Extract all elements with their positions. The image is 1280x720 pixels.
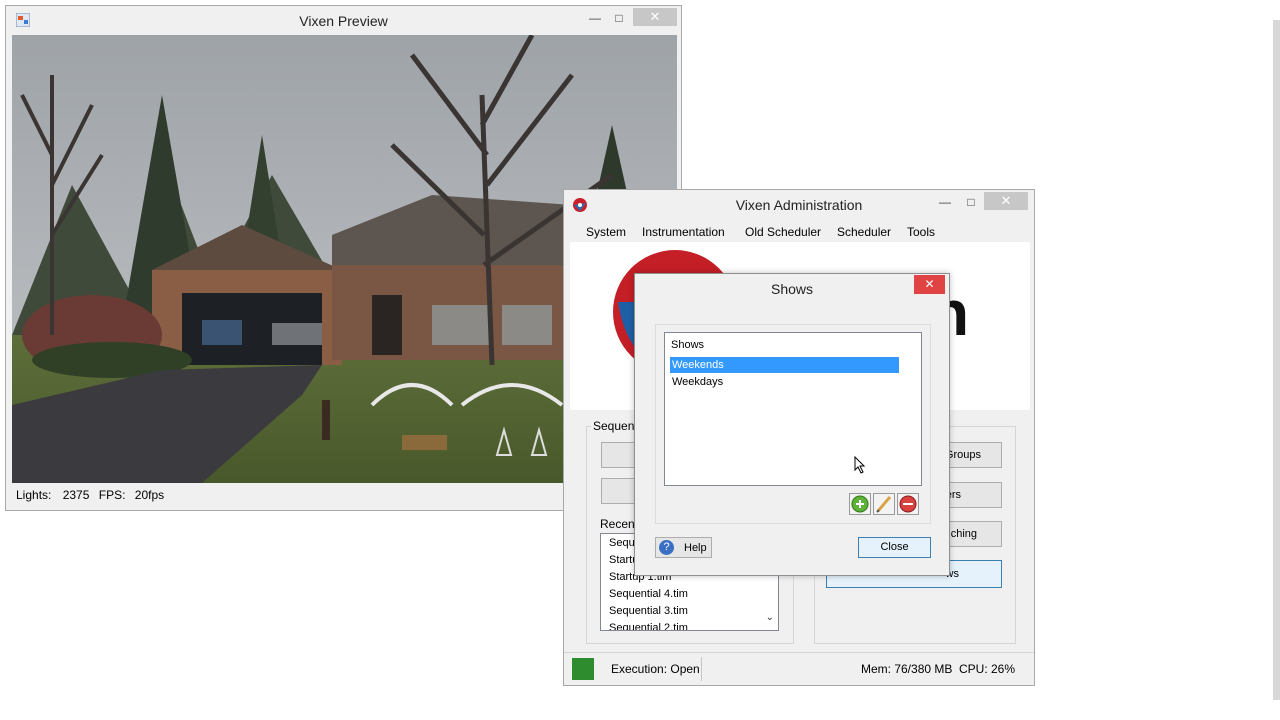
- preview-title: Vixen Preview: [299, 13, 388, 29]
- admin-statusbar: Execution: Open Mem: 76/380 MB CPU: 26%: [564, 652, 1034, 686]
- recent-label: Recent: [600, 517, 639, 531]
- groups-button-label: Groups: [944, 449, 981, 461]
- menu-scheduler[interactable]: Scheduler: [837, 225, 891, 239]
- lights-label: Lights:: [16, 488, 52, 502]
- cursor-icon: [854, 455, 866, 477]
- shows-titlebar[interactable]: Shows ✕: [635, 274, 949, 302]
- shows-dialog[interactable]: Shows ✕ Shows Weekends Weekdays ? Help C…: [634, 273, 950, 576]
- patching-button-label: ching: [950, 528, 977, 540]
- shows-title: Shows: [770, 281, 814, 297]
- background-window-edge: [1273, 20, 1280, 700]
- maximize-button[interactable]: □: [960, 194, 982, 210]
- list-item[interactable]: Sequential 2.tim: [609, 622, 688, 630]
- fps-value: 20fps: [134, 488, 165, 502]
- fps-label: FPS:: [98, 488, 126, 502]
- menu-instrumentation[interactable]: Instrumentation: [642, 225, 725, 239]
- help-button[interactable]: ? Help: [655, 537, 712, 558]
- cpu-status: CPU: 26%: [959, 662, 1016, 676]
- close-label: Close: [880, 541, 909, 553]
- close-button[interactable]: ✕: [984, 192, 1028, 210]
- minimize-button[interactable]: —: [584, 10, 606, 26]
- help-label: Help: [684, 542, 707, 554]
- admin-titlebar[interactable]: Vixen Administration — □ ✕: [564, 190, 1034, 220]
- list-item[interactable]: Sequential 3.tim: [609, 605, 688, 617]
- plus-icon[interactable]: [849, 493, 871, 515]
- shows-list[interactable]: Shows Weekends Weekdays: [664, 332, 922, 486]
- help-icon: ?: [659, 540, 674, 555]
- scroll-down-icon[interactable]: ⌄: [766, 612, 774, 623]
- status-separator: [701, 657, 702, 681]
- preview-statusbar: Lights: 2375 FPS: 20fps: [16, 488, 164, 502]
- close-button[interactable]: ✕: [633, 8, 677, 26]
- list-item-selected[interactable]: Weekends: [670, 357, 899, 373]
- execution-status: Execution: Open: [611, 662, 700, 676]
- memory-status: Mem: 76/380 MB: [861, 662, 953, 676]
- pencil-icon[interactable]: [873, 493, 895, 515]
- menu-old-scheduler[interactable]: Old Scheduler: [745, 225, 821, 239]
- list-item-label: Weekends: [672, 359, 724, 371]
- maximize-button[interactable]: □: [608, 10, 630, 26]
- menu-tools[interactable]: Tools: [907, 225, 935, 239]
- list-item[interactable]: Sequential 4.tim: [609, 588, 688, 600]
- close-dialog-button[interactable]: Close: [858, 537, 931, 558]
- close-button[interactable]: ✕: [914, 275, 945, 294]
- list-item[interactable]: Weekdays: [672, 376, 723, 388]
- preview-titlebar[interactable]: Vixen Preview — □ ✕: [6, 6, 681, 36]
- minimize-button[interactable]: —: [934, 194, 956, 210]
- menu-system[interactable]: System: [586, 225, 626, 239]
- lights-value: 2375: [62, 488, 90, 502]
- execution-indicator: [572, 658, 594, 680]
- minus-icon[interactable]: [897, 493, 919, 515]
- shows-list-header: Shows: [671, 339, 705, 351]
